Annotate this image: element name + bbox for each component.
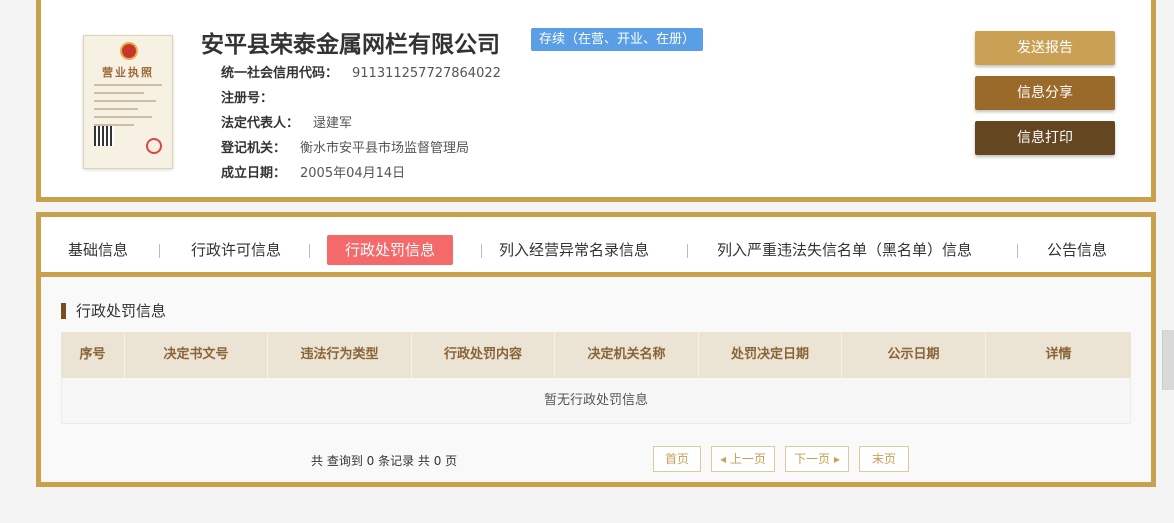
- status-badge: 存续（在营、开业、在册）: [531, 28, 704, 51]
- column-header: 违法行为类型: [268, 332, 412, 378]
- info-row-credit-code: 统一社会信用代码： 911311257727864022: [221, 62, 501, 81]
- info-row-reg-number: 注册号：: [221, 87, 287, 106]
- pagination-summary: 共 查询到 0 条记录 共 0 页: [311, 454, 458, 468]
- company-card: 营业执照 安平县荣泰金属网栏有限公司 存续（在营、开业、在册） 统一社会信用代码…: [36, 0, 1156, 202]
- detail-card: 基础信息 行政许可信息 行政处罚信息 列入经营异常名录信息 列入严重违法失信名单…: [36, 212, 1156, 487]
- seal-icon: [146, 138, 162, 154]
- info-value: 衡水市安平县市场监督管理局: [300, 141, 470, 156]
- chevron-left-icon: ◂: [720, 452, 727, 466]
- info-value: 逯建军: [313, 116, 353, 131]
- column-header: 详情: [1045, 347, 1072, 362]
- first-page-button[interactable]: 首页: [653, 446, 701, 472]
- tab-separator: [1017, 244, 1018, 258]
- penalty-table: 序号 决定书文号 违法行为类型 行政处罚内容 决定机关名称 处罚决定日期 公示日…: [61, 332, 1131, 424]
- prev-page-label: 上一页: [729, 452, 766, 466]
- tab-basic-info[interactable]: 基础信息: [68, 235, 128, 265]
- tab-announcements[interactable]: 公告信息: [1047, 235, 1107, 265]
- prev-page-button[interactable]: ◂ 上一页: [711, 446, 775, 472]
- info-label: 法定代表人：: [221, 116, 300, 131]
- column-header: 决定机关名称: [555, 332, 699, 378]
- column-header: 序号: [61, 332, 125, 378]
- column-header: 处罚决定日期: [699, 332, 842, 378]
- tab-admin-penalty[interactable]: 行政处罚信息: [327, 235, 454, 265]
- chevron-right-icon: ▸: [833, 452, 840, 466]
- tab-abnormal-list[interactable]: 列入经营异常名录信息: [499, 235, 649, 265]
- qr-code-icon: [94, 126, 114, 146]
- column-header: 决定书文号: [125, 332, 268, 378]
- tab-separator: [159, 244, 160, 258]
- info-label: 统一社会信用代码：: [221, 66, 339, 81]
- next-page-label: 下一页: [794, 452, 831, 466]
- business-license-image[interactable]: 营业执照: [83, 35, 173, 169]
- tab-blacklist[interactable]: 列入严重违法失信名单（黑名单）信息: [717, 235, 972, 265]
- share-info-button[interactable]: 信息分享: [975, 76, 1115, 110]
- tab-separator: [481, 244, 482, 258]
- info-row-authority: 登记机关： 衡水市安平县市场监督管理局: [221, 137, 469, 156]
- info-label: 登记机关：: [221, 141, 287, 156]
- next-page-button[interactable]: 下一页 ▸: [785, 446, 849, 472]
- column-header: 公示日期: [842, 332, 986, 378]
- info-label: 成立日期：: [221, 166, 287, 181]
- empty-table-message: 暂无行政处罚信息: [61, 378, 1131, 424]
- tab-bar: 基础信息 行政许可信息 行政处罚信息 列入经营异常名录信息 列入严重违法失信名单…: [41, 217, 1151, 277]
- last-page-button[interactable]: 末页: [859, 446, 909, 472]
- column-header: 行政处罚内容: [412, 332, 555, 378]
- page-scrollbar[interactable]: [1162, 330, 1174, 390]
- info-label: 注册号：: [221, 91, 274, 106]
- tab-separator: [309, 244, 310, 258]
- tab-separator: [687, 244, 688, 258]
- tab-admin-license[interactable]: 行政许可信息: [191, 235, 281, 265]
- info-value: 911311257727864022: [352, 66, 501, 81]
- print-info-button[interactable]: 信息打印: [975, 121, 1115, 155]
- info-row-established: 成立日期： 2005年04月14日: [221, 162, 405, 181]
- send-report-button[interactable]: 发送报告: [975, 31, 1115, 65]
- company-name: 安平县荣泰金属网栏有限公司: [201, 32, 500, 58]
- table-header: 序号 决定书文号 违法行为类型 行政处罚内容 决定机关名称 处罚决定日期 公示日…: [61, 332, 1131, 378]
- info-value: 2005年04月14日: [300, 166, 406, 181]
- section-title: 行政处罚信息: [61, 303, 166, 319]
- info-row-legal-rep: 法定代表人： 逯建军: [221, 112, 352, 131]
- national-emblem-icon: [120, 42, 138, 60]
- license-title: 营业执照: [102, 66, 154, 79]
